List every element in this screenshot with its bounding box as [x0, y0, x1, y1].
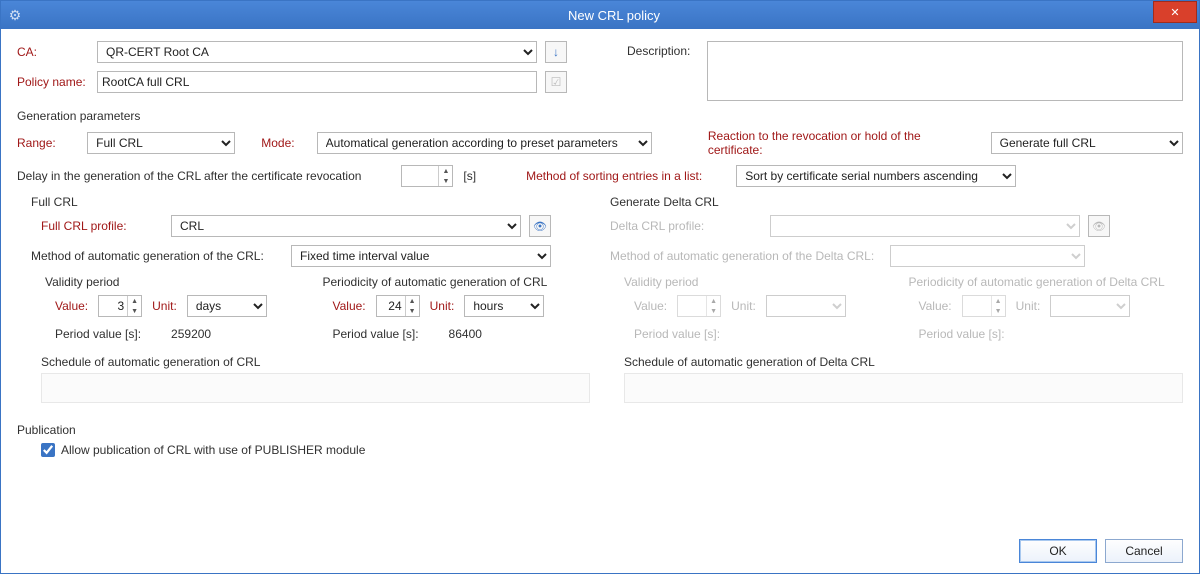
ca-label: CA: — [17, 45, 97, 59]
delta-validity-spinner: ▲▼ — [677, 295, 721, 317]
delay-spinner[interactable]: ▲▼ — [401, 165, 453, 187]
delta-validity-unit-label: Unit: — [731, 299, 756, 313]
delta-profile-label: Delta CRL profile: — [610, 219, 770, 233]
full-crl-section: Full CRL Full CRL profile: CRL 👁 Method … — [17, 195, 590, 403]
auto-gen-method-label: Method of automatic generation of the CR… — [31, 249, 291, 263]
publication-title: Publication — [17, 423, 1183, 437]
schedule-full-box — [41, 373, 590, 403]
description-textarea[interactable] — [707, 41, 1183, 101]
spinner-down-icon[interactable]: ▼ — [439, 176, 452, 186]
generation-parameters-title: Generation parameters — [17, 109, 1183, 123]
dialog-window: ⚙ New CRL policy ✕ CA: QR-CERT Root CA ↓… — [0, 0, 1200, 574]
full-validity-value-input[interactable] — [99, 296, 127, 316]
reaction-select[interactable]: Generate full CRL — [991, 132, 1183, 154]
full-period-unit-select[interactable]: hours — [464, 295, 544, 317]
delta-validity-value-input — [678, 296, 706, 316]
schedule-delta-box — [624, 373, 1183, 403]
sort-method-select[interactable]: Sort by certificate serial numbers ascen… — [736, 165, 1016, 187]
full-crl-title: Full CRL — [17, 195, 590, 209]
delta-validity-unit-select — [766, 295, 846, 317]
delta-profile-select — [770, 215, 1080, 237]
policy-name-checkbox[interactable]: ☑ — [545, 71, 567, 93]
delta-periodicity-title: Periodicity of automatic generation of D… — [909, 275, 1184, 289]
delta-crl-section: Generate Delta CRL Delta CRL profile: 👁 … — [610, 195, 1183, 403]
full-validity-unit-select[interactable]: days — [187, 295, 267, 317]
dialog-body: CA: QR-CERT Root CA ↓ Policy name: ☑ Des… — [1, 29, 1199, 573]
allow-publication-label: Allow publication of CRL with use of PUB… — [61, 443, 365, 457]
policy-name-label: Policy name: — [17, 75, 97, 89]
full-validity-seconds-label: Period value [s]: — [55, 327, 141, 341]
full-period-seconds-label: Period value [s]: — [333, 327, 419, 341]
full-validity-seconds-value: 259200 — [171, 327, 211, 341]
range-select[interactable]: Full CRL — [87, 132, 235, 154]
delta-period-seconds-label: Period value [s]: — [919, 327, 1005, 341]
delay-unit-label: [s] — [463, 169, 476, 183]
schedule-delta-label: Schedule of automatic generation of Delt… — [624, 355, 1183, 369]
delta-period-value-input — [963, 296, 991, 316]
full-period-unit-label: Unit: — [430, 299, 455, 313]
delta-period-value-label: Value: — [919, 299, 952, 313]
delta-validity-title: Validity period — [624, 275, 899, 289]
range-label: Range: — [17, 136, 71, 150]
down-arrow-icon: ↓ — [553, 45, 559, 59]
spinner-up-icon[interactable]: ▲ — [439, 166, 452, 176]
full-validity-title: Validity period — [45, 275, 313, 289]
sort-method-label: Method of sorting entries in a list: — [526, 169, 702, 183]
full-period-spinner[interactable]: ▲▼ — [376, 295, 420, 317]
eye-icon: 👁 — [1092, 220, 1106, 233]
cancel-button[interactable]: Cancel — [1105, 539, 1183, 563]
delay-input[interactable] — [402, 166, 438, 186]
delta-auto-gen-label: Method of automatic generation of the De… — [610, 249, 890, 263]
close-icon[interactable]: ✕ — [1153, 1, 1197, 23]
ca-select[interactable]: QR-CERT Root CA — [97, 41, 537, 63]
dialog-footer: OK Cancel — [1019, 539, 1183, 563]
full-period-seconds-value: 86400 — [449, 327, 482, 341]
titlebar: ⚙ New CRL policy ✕ — [1, 1, 1199, 29]
delta-validity-seconds-label: Period value [s]: — [634, 327, 720, 341]
schedule-full-label: Schedule of automatic generation of CRL — [41, 355, 590, 369]
delta-period-spinner: ▲▼ — [962, 295, 1006, 317]
full-validity-value-label: Value: — [55, 299, 88, 313]
full-period-value-label: Value: — [333, 299, 366, 313]
auto-gen-method-select[interactable]: Fixed time interval value — [291, 245, 551, 267]
full-period-value-input[interactable] — [377, 296, 405, 316]
full-crl-profile-label: Full CRL profile: — [41, 219, 171, 233]
full-crl-profile-view-button[interactable]: 👁 — [529, 215, 551, 237]
mode-label: Mode: — [261, 136, 300, 150]
delta-period-unit-label: Unit: — [1016, 299, 1041, 313]
delta-period-unit-select — [1050, 295, 1130, 317]
delay-label: Delay in the generation of the CRL after… — [17, 169, 361, 183]
ca-import-button[interactable]: ↓ — [545, 41, 567, 63]
delta-crl-title: Generate Delta CRL — [610, 195, 1183, 209]
delta-auto-gen-select — [890, 245, 1085, 267]
policy-name-input[interactable] — [97, 71, 537, 93]
app-icon: ⚙ — [1, 1, 29, 29]
allow-publication-checkbox[interactable] — [41, 443, 55, 457]
reaction-label: Reaction to the revocation or hold of th… — [708, 129, 975, 157]
delta-validity-value-label: Value: — [634, 299, 667, 313]
full-validity-spinner[interactable]: ▲▼ — [98, 295, 142, 317]
delta-profile-view-button: 👁 — [1088, 215, 1110, 237]
mode-select[interactable]: Automatical generation according to pres… — [317, 132, 652, 154]
eye-icon: 👁 — [533, 220, 547, 233]
ok-button[interactable]: OK — [1019, 539, 1097, 563]
window-title: New CRL policy — [29, 8, 1199, 23]
full-crl-profile-select[interactable]: CRL — [171, 215, 521, 237]
full-validity-unit-label: Unit: — [152, 299, 177, 313]
full-periodicity-title: Periodicity of automatic generation of C… — [323, 275, 591, 289]
description-label: Description: — [627, 41, 697, 101]
